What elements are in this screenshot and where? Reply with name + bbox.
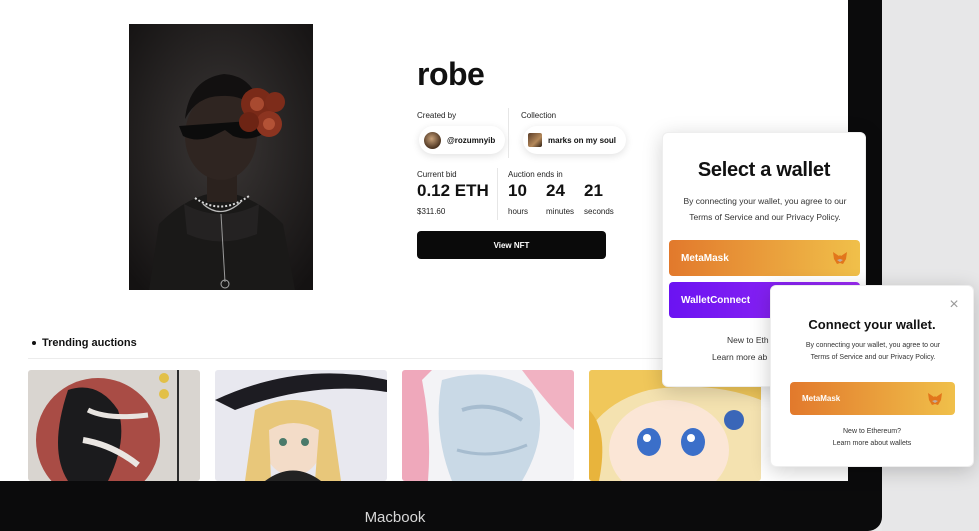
current-bid-value: 0.12 ETH: [417, 181, 489, 200]
close-icon[interactable]: ×: [947, 297, 961, 313]
trending-card[interactable]: [215, 370, 387, 481]
subtitle-line: By connecting your wallet, you agree to …: [805, 342, 941, 349]
trending-card[interactable]: [402, 370, 574, 481]
trending-auctions-heading: Trending auctions: [32, 337, 137, 349]
creator-pill[interactable]: @rozumnyib: [419, 126, 506, 154]
connect-wallet-subtitle: By connecting your wallet, you agree to …: [781, 340, 965, 364]
current-bid-usd: $311.60: [417, 207, 446, 216]
trending-card[interactable]: [28, 370, 200, 481]
subtitle-line: By connecting your wallet, you agree to …: [683, 196, 847, 206]
subtitle-line: Terms of Service and our Privacy Policy.: [810, 354, 936, 361]
view-nft-button[interactable]: View NFT: [417, 231, 606, 259]
select-wallet-title: Select a wallet: [697, 159, 831, 181]
walletconnect-option-label: WalletConnect: [681, 294, 751, 306]
creator-avatar: [424, 131, 441, 149]
bullet-icon: [32, 341, 36, 345]
meta-divider: [508, 108, 509, 158]
metamask-option-label: MetaMask: [681, 252, 729, 264]
device-label: Macbook: [364, 509, 426, 526]
learn-more-link[interactable]: Learn more ab: [712, 352, 767, 362]
new-to-ethereum-text: New to Eth: [727, 335, 769, 345]
countdown-hours-value: 10: [508, 181, 527, 200]
countdown-seconds-value: 21: [584, 181, 603, 200]
nft-title: robe: [417, 56, 485, 92]
auction-ends-label: Auction ends in: [508, 170, 563, 179]
countdown-hours-unit: hours: [508, 207, 529, 216]
created-by-label: Created by: [417, 111, 457, 120]
new-to-ethereum-text: New to Ethereum?: [843, 428, 901, 435]
select-wallet-subtitle: By connecting your wallet, you agree to …: [673, 193, 857, 225]
countdown-seconds-unit: seconds: [584, 207, 614, 216]
collection-label: Collection: [521, 111, 557, 120]
metamask-option-button[interactable]: MetaMask: [669, 240, 860, 276]
current-bid-label: Current bid: [417, 170, 457, 179]
metamask-connect-button[interactable]: MetaMask: [790, 382, 955, 415]
collection-pill[interactable]: marks on my soul: [523, 126, 627, 154]
bid-divider: [497, 168, 498, 220]
trending-heading-text: Trending auctions: [42, 337, 137, 349]
creator-handle: @rozumnyib: [447, 135, 496, 145]
metamask-fox-icon: [928, 392, 942, 405]
connect-wallet-modal: × Connect your wallet. By connecting you…: [770, 285, 974, 467]
metamask-fox-icon: [833, 252, 847, 264]
connect-wallet-title: Connect your wallet.: [808, 317, 936, 332]
learn-more-link[interactable]: Learn more about wallets: [771, 440, 973, 447]
collection-name: marks on my soul: [548, 135, 617, 145]
nft-artwork-image[interactable]: [129, 24, 313, 290]
metamask-connect-label: MetaMask: [802, 394, 841, 403]
subtitle-line: Terms of Service and our Privacy Policy.: [689, 212, 841, 222]
countdown-minutes-unit: minutes: [546, 207, 575, 216]
countdown-minutes-value: 24: [546, 181, 565, 200]
section-divider: [28, 358, 668, 359]
collection-thumbnail: [528, 133, 542, 147]
